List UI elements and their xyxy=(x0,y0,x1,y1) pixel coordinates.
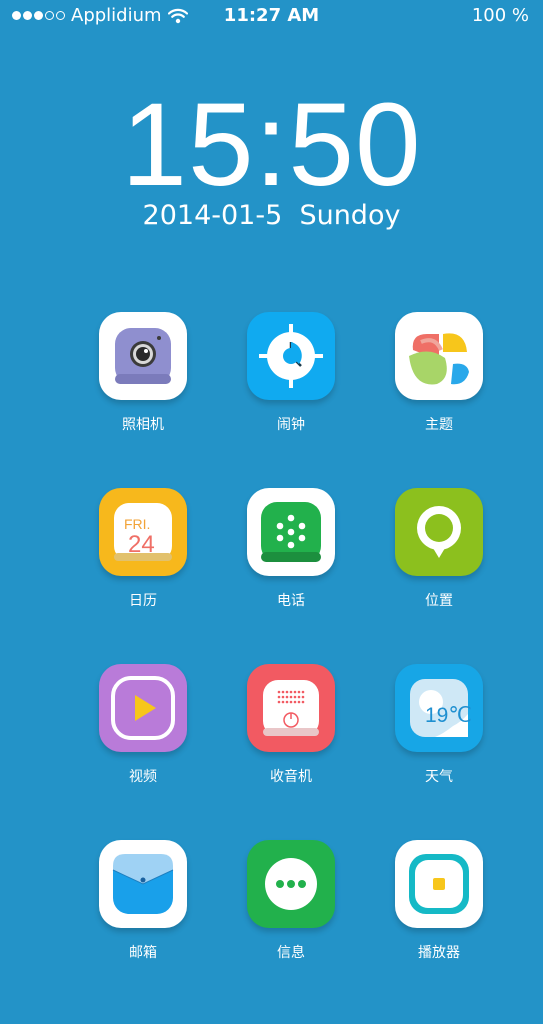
calendar-icon: FRI. 24 xyxy=(99,488,187,576)
app-grid: 照相机 闹钟 主题 FRI. 24 日历 电话 位置 视频 收音机 19℃ 天气… xyxy=(98,312,484,962)
battery-percentage: 100 % xyxy=(471,5,529,26)
calendar-day: FRI. xyxy=(124,516,150,532)
message-icon xyxy=(247,840,335,928)
player-icon xyxy=(395,840,483,928)
status-bar: Applidium 11:27 AM 100 % xyxy=(0,0,543,34)
app-mail[interactable]: 邮箱 xyxy=(98,840,188,962)
theme-icon xyxy=(395,312,483,400)
app-label: 视频 xyxy=(129,769,157,785)
status-time: 11:27 AM xyxy=(223,5,320,26)
lock-clock: 15:50 xyxy=(121,79,422,211)
app-label: 日历 xyxy=(129,593,157,609)
status-right: 100 % xyxy=(472,5,529,26)
mail-icon xyxy=(99,840,187,928)
app-alarm[interactable]: 闹钟 xyxy=(246,312,336,434)
app-phone[interactable]: 电话 xyxy=(246,488,336,610)
calendar-date: 24 xyxy=(128,531,155,558)
app-weather[interactable]: 19℃ 天气 xyxy=(394,664,484,786)
app-label: 照相机 xyxy=(122,417,164,433)
app-calendar[interactable]: FRI. 24 日历 xyxy=(98,488,188,610)
location-icon xyxy=(395,488,483,576)
app-label: 收音机 xyxy=(270,769,312,785)
weather-temperature: 19℃ xyxy=(425,704,472,727)
app-label: 闹钟 xyxy=(277,417,305,433)
phone-dialpad-icon xyxy=(247,488,335,576)
weather-icon: 19℃ xyxy=(395,664,483,752)
app-camera[interactable]: 照相机 xyxy=(98,312,188,434)
app-theme[interactable]: 主题 xyxy=(394,312,484,434)
video-play-icon xyxy=(99,664,187,752)
app-label: 主题 xyxy=(425,417,453,433)
app-radio[interactable]: 收音机 xyxy=(246,664,336,786)
radio-icon xyxy=(247,664,335,752)
app-label: 天气 xyxy=(425,769,453,785)
app-player[interactable]: 播放器 xyxy=(394,840,484,962)
app-label: 播放器 xyxy=(418,945,460,961)
app-video[interactable]: 视频 xyxy=(98,664,188,786)
app-label: 邮箱 xyxy=(129,945,157,961)
app-location[interactable]: 位置 xyxy=(394,488,484,610)
app-label: 电话 xyxy=(277,593,305,609)
app-label: 信息 xyxy=(277,945,305,961)
app-label: 位置 xyxy=(425,593,453,609)
lock-date: 2014-01-5 Sundoy xyxy=(142,200,401,231)
app-message[interactable]: 信息 xyxy=(246,840,336,962)
camera-icon xyxy=(99,312,187,400)
alarm-clock-icon xyxy=(247,312,335,400)
